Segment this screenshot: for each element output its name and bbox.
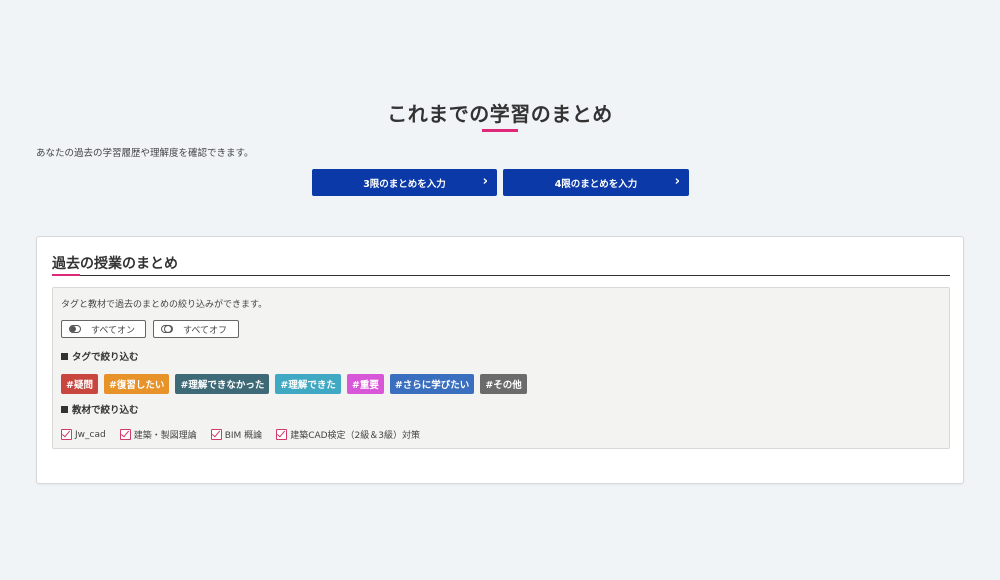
- material-checkbox-jwcad[interactable]: Jw_cad: [61, 428, 106, 441]
- chevron-right-icon: ›: [674, 174, 680, 189]
- past-summary-card: 過去の授業のまとめ タグと教材で過去のまとめの絞り込みができます。 すべてオン …: [36, 236, 964, 484]
- material-checkbox-architecture-drafting[interactable]: 建築・製図理論: [119, 428, 197, 441]
- tag-filter-heading: タグで絞り込む: [61, 349, 139, 363]
- section-divider-accent: [52, 274, 80, 276]
- material-list: Jw_cad 建築・製図理論 BIM 概論 建築CAD検定（2級＆3級）対策: [61, 428, 420, 441]
- checkbox-checked-icon[interactable]: [276, 429, 288, 440]
- tag-understood[interactable]: #理解できた: [275, 374, 341, 394]
- class4-summary-button[interactable]: 4限のまとめを入力 ›: [503, 169, 689, 196]
- material-label: BIM 概論: [224, 431, 263, 441]
- title-underline: [482, 129, 518, 132]
- class3-summary-label: 3限のまとめを入力: [363, 178, 446, 190]
- tag-list: #疑問 #復習したい #理解できなかった #理解できた #重要 #さらに学びたい…: [61, 374, 527, 394]
- page-description: あなたの過去の学習履歴や理解度を確認できます。: [36, 148, 254, 159]
- checkbox-checked-icon[interactable]: [210, 429, 222, 440]
- tag-filter-heading-label: タグで絞り込む: [72, 352, 139, 363]
- square-bullet-icon: [61, 353, 68, 360]
- tag-learn-more[interactable]: #さらに学びたい: [389, 374, 475, 394]
- all-off-label: すべてオフ: [183, 325, 228, 336]
- tag-important[interactable]: #重要: [346, 374, 384, 394]
- material-label: Jw_cad: [75, 429, 106, 440]
- material-filter-heading: 教材で絞り込む: [61, 402, 139, 416]
- material-label: 建築CAD検定（2級＆3級）対策: [290, 431, 421, 441]
- tag-not-understood[interactable]: #理解できなかった: [175, 374, 270, 394]
- checkbox-checked-icon[interactable]: [119, 429, 131, 440]
- tag-question[interactable]: #疑問: [61, 374, 98, 394]
- all-on-button[interactable]: すべてオン: [61, 320, 146, 338]
- section-divider: [52, 275, 950, 276]
- tag-review[interactable]: #復習したい: [103, 374, 170, 394]
- checkbox-checked-icon[interactable]: [61, 429, 72, 440]
- material-checkbox-bim[interactable]: BIM 概論: [210, 428, 263, 441]
- tag-other[interactable]: #その他: [480, 374, 527, 394]
- past-summary-title: 過去の授業のまとめ: [52, 256, 178, 272]
- page-title: これまでの学習のまとめ: [387, 102, 613, 126]
- all-on-label: すべてオン: [91, 325, 136, 336]
- toggle-off-icon: [161, 325, 173, 333]
- class3-summary-button[interactable]: 3限のまとめを入力 ›: [312, 169, 497, 196]
- filter-description: タグと教材で過去のまとめの絞り込みができます。: [61, 300, 268, 310]
- chevron-right-icon: ›: [482, 174, 488, 189]
- material-label: 建築・製図理論: [133, 431, 197, 441]
- filter-panel: タグと教材で過去のまとめの絞り込みができます。 すべてオン すべてオフ タグで絞…: [52, 287, 950, 449]
- toggle-on-icon: [69, 325, 81, 333]
- material-filter-heading-label: 教材で絞り込む: [72, 405, 139, 416]
- square-bullet-icon: [61, 406, 68, 413]
- all-off-button[interactable]: すべてオフ: [153, 320, 239, 338]
- class4-summary-label: 4限のまとめを入力: [554, 178, 638, 190]
- material-checkbox-cad-exam[interactable]: 建築CAD検定（2級＆3級）対策: [276, 428, 420, 441]
- page: これまでの学習のまとめ あなたの過去の学習履歴や理解度を確認できます。 3限のま…: [0, 0, 1000, 580]
